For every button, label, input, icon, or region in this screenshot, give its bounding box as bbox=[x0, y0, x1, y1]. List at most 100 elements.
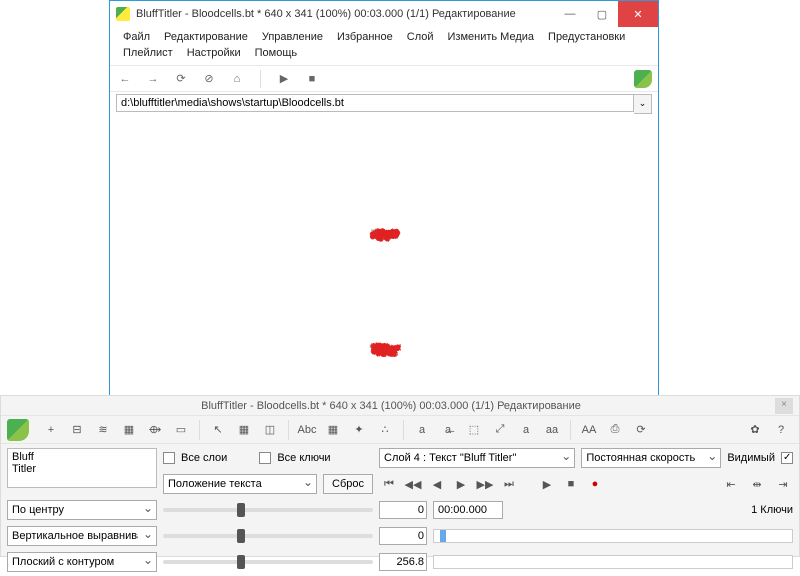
titlebar[interactable]: BluffTitler - Bloodcells.bt * 640 x 341 … bbox=[110, 1, 658, 27]
menu-edit[interactable]: Редактирование bbox=[157, 29, 255, 45]
next-button[interactable]: ▶ bbox=[451, 475, 471, 493]
play-button[interactable]: ▶ bbox=[275, 70, 293, 88]
window-title: BluffTitler - Bloodcells.bt * 640 x 341 … bbox=[136, 8, 554, 20]
texture-icon[interactable]: ▦ bbox=[321, 419, 345, 441]
fonta-icon[interactable]: a bbox=[410, 419, 434, 441]
separator-icon bbox=[403, 420, 404, 440]
property-select[interactable]: Положение текста bbox=[163, 474, 317, 494]
value1-slider[interactable] bbox=[163, 508, 373, 512]
collapse-mid-icon[interactable]: ⇹ bbox=[747, 475, 767, 493]
stopmedia-button[interactable]: ■ bbox=[303, 70, 321, 88]
delete-icon[interactable]: ⊟ bbox=[65, 419, 89, 441]
forward-button[interactable]: → bbox=[144, 70, 162, 88]
print-icon[interactable]: ⎙ bbox=[603, 419, 627, 441]
grid-icon[interactable]: ▦ bbox=[117, 419, 141, 441]
timeline[interactable] bbox=[433, 529, 793, 543]
menu-control[interactable]: Управление bbox=[255, 29, 330, 45]
preview-viewport[interactable]: Bluff Titler Bluff Titler bbox=[110, 118, 658, 398]
collapse-right-icon[interactable]: ⇥ bbox=[773, 475, 793, 493]
menu-presets[interactable]: Предустановки bbox=[541, 29, 632, 45]
help-icon[interactable]: ? bbox=[769, 419, 793, 441]
playback-controls: ⏮ ◀◀ ◀ ▶ ▶▶ ⏭ ▶ ■ ● bbox=[379, 475, 605, 493]
add-icon[interactable]: + bbox=[39, 419, 63, 441]
gear-icon[interactable]: ✿ bbox=[743, 419, 767, 441]
time-input[interactable] bbox=[433, 501, 503, 519]
first-frame-button[interactable]: ⏮ bbox=[379, 475, 399, 493]
effect-icon[interactable]: ✦ bbox=[347, 419, 371, 441]
visible-label: Видимый bbox=[727, 452, 775, 464]
last-frame-button[interactable]: ⏭ bbox=[499, 475, 519, 493]
separator-icon bbox=[288, 420, 289, 440]
menu-file[interactable]: Файл bbox=[116, 29, 157, 45]
all-layers-checkbox[interactable] bbox=[163, 452, 175, 464]
all-keys-checkbox[interactable] bbox=[259, 452, 271, 464]
menu-help[interactable]: Помощь bbox=[248, 45, 305, 61]
close-button[interactable]: ✕ bbox=[618, 1, 658, 27]
separator-icon bbox=[260, 70, 261, 88]
panel-close-button[interactable]: × bbox=[775, 398, 793, 414]
minimize-button[interactable]: — bbox=[554, 1, 586, 27]
next-frame-button[interactable]: ▶▶ bbox=[475, 475, 495, 493]
panel-titlebar[interactable]: BluffTitler - Bloodcells.bt * 640 x 341 … bbox=[1, 396, 799, 416]
visible-checkbox[interactable] bbox=[781, 452, 793, 464]
address-input[interactable] bbox=[116, 94, 634, 112]
menubar: Файл Редактирование Управление Избранное… bbox=[110, 27, 658, 66]
text-icon[interactable]: Abc bbox=[295, 419, 319, 441]
layer-select[interactable]: Слой 4 : Текст "Bluff Titler" bbox=[379, 448, 575, 468]
panel-title-text: BluffTitler - Bloodcells.bt * 640 x 341 … bbox=[7, 400, 775, 412]
prev-frame-button[interactable]: ◀◀ bbox=[403, 475, 423, 493]
bigaa-icon[interactable]: AA bbox=[577, 419, 601, 441]
separator-icon bbox=[570, 420, 571, 440]
rect-icon[interactable]: ▭ bbox=[169, 419, 193, 441]
navbar: ← → ⟳ ⊘ ⌂ ▶ ■ bbox=[110, 66, 658, 92]
menu-playlist[interactable]: Плейлист bbox=[116, 45, 180, 61]
record-button[interactable]: ● bbox=[585, 475, 605, 493]
layer-text-input[interactable]: Bluff Titler bbox=[7, 448, 157, 488]
home-button[interactable]: ⌂ bbox=[228, 70, 246, 88]
value2-input[interactable] bbox=[379, 527, 427, 545]
frames-icon[interactable]: ▦ bbox=[232, 419, 256, 441]
back-button[interactable]: ← bbox=[116, 70, 134, 88]
strike-icon[interactable]: a̶ bbox=[436, 419, 460, 441]
play-button[interactable]: ▶ bbox=[537, 475, 557, 493]
layers-icon[interactable]: ≋ bbox=[91, 419, 115, 441]
box-icon[interactable]: ⬚ bbox=[462, 419, 486, 441]
preview-dots-line1: Bluff bbox=[371, 229, 396, 241]
panel-icon[interactable]: ◫ bbox=[258, 419, 282, 441]
stop-button[interactable]: ■ bbox=[561, 475, 581, 493]
menu-favorites[interactable]: Избранное bbox=[330, 29, 400, 45]
maximize-button[interactable]: ▢ bbox=[586, 1, 618, 27]
all-layers-label: Все слои bbox=[181, 452, 227, 464]
separator-icon bbox=[199, 420, 200, 440]
reload-button[interactable]: ⟳ bbox=[172, 70, 190, 88]
timeline-track[interactable] bbox=[433, 555, 793, 569]
value3-slider[interactable] bbox=[163, 560, 373, 564]
main-window: BluffTitler - Bloodcells.bt * 640 x 341 … bbox=[109, 0, 659, 399]
collapse-left-icon[interactable]: ⇤ bbox=[721, 475, 741, 493]
timeline-key-marker[interactable] bbox=[440, 530, 446, 542]
menu-layer[interactable]: Слой bbox=[400, 29, 441, 45]
outline-select[interactable]: Плоский с контуром bbox=[7, 552, 157, 572]
preview-dots-line2: Titler bbox=[371, 344, 398, 356]
value2-slider[interactable] bbox=[163, 534, 373, 538]
menu-settings[interactable]: Настройки bbox=[180, 45, 248, 61]
properties-panel: BluffTitler - Bloodcells.bt * 640 x 341 … bbox=[0, 395, 800, 557]
speed-select[interactable]: Постоянная скорость bbox=[581, 448, 721, 468]
value1-input[interactable] bbox=[379, 501, 427, 519]
stop-button[interactable]: ⊘ bbox=[200, 70, 218, 88]
reset-button[interactable]: Сброс bbox=[323, 474, 373, 494]
particles-icon[interactable]: ∴ bbox=[373, 419, 397, 441]
valign-select[interactable]: Вертикальное выравнивание bbox=[7, 526, 157, 546]
menu-media[interactable]: Изменить Медиа bbox=[441, 29, 542, 45]
move-icon[interactable]: ⟴ bbox=[143, 419, 167, 441]
address-dropdown-button[interactable]: ⌄ bbox=[634, 94, 652, 114]
arrow-icon[interactable]: ↖ bbox=[206, 419, 230, 441]
reload-icon[interactable]: ⟳ bbox=[629, 419, 653, 441]
resize-icon[interactable]: ⤢ bbox=[488, 419, 512, 441]
value3-input[interactable] bbox=[379, 553, 427, 571]
prev-button[interactable]: ◀ bbox=[427, 475, 447, 493]
aa-icon[interactable]: aa bbox=[540, 419, 564, 441]
smalla-icon[interactable]: a bbox=[514, 419, 538, 441]
align-select[interactable]: По центру bbox=[7, 500, 157, 520]
app-icon bbox=[116, 7, 130, 21]
